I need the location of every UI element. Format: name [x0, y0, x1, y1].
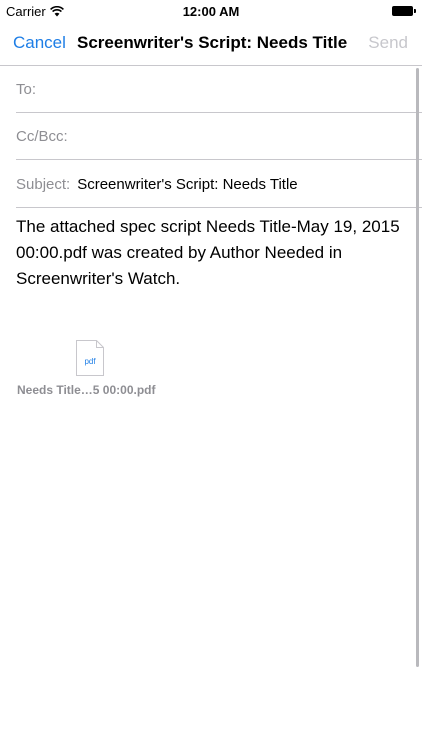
- status-bar: Carrier 12:00 AM: [0, 0, 422, 22]
- send-button[interactable]: Send: [368, 33, 408, 53]
- cc-bcc-label: Cc/Bcc:: [16, 127, 68, 145]
- navigation-bar: Cancel Screenwriter's Script: Needs Titl…: [0, 22, 422, 66]
- cc-bcc-field[interactable]: Cc/Bcc:: [16, 113, 422, 160]
- cancel-button[interactable]: Cancel: [13, 33, 66, 53]
- to-field[interactable]: To:: [16, 66, 422, 113]
- battery-level: [392, 6, 413, 16]
- subject-field[interactable]: Subject: Screenwriter's Script: Needs Ti…: [16, 161, 422, 208]
- compose-title: Screenwriter's Script: Needs Title: [77, 33, 348, 52]
- pdf-icon-label: pdf: [84, 357, 96, 366]
- to-label: To:: [16, 80, 37, 98]
- subject-label: Subject:: [16, 175, 71, 193]
- message-body[interactable]: The attached spec script Needs Title-May…: [16, 214, 406, 292]
- pdf-icon: pdf: [76, 340, 104, 376]
- attachment-filename: Needs Title…5 00:00.pdf: [17, 383, 156, 397]
- subject-input[interactable]: Screenwriter's Script: Needs Title: [77, 176, 297, 193]
- battery-icon: [392, 6, 416, 16]
- battery-tip: [414, 9, 416, 13]
- scrollbar[interactable]: [416, 68, 419, 667]
- status-time: 12:00 AM: [182, 4, 240, 19]
